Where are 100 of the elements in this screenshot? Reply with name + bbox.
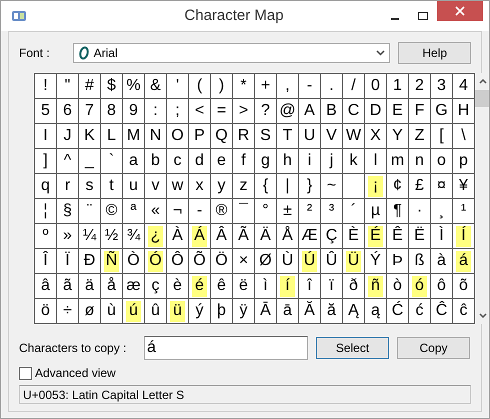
character-cell[interactable]: r <box>57 174 78 198</box>
character-cell[interactable]: î <box>299 274 320 298</box>
character-cell[interactable]: Â <box>211 224 232 248</box>
character-cell[interactable]: u <box>123 174 144 198</box>
character-cell[interactable]: Ò <box>123 249 144 273</box>
character-cell[interactable]: Ā <box>255 299 276 323</box>
character-cell[interactable]: 6 <box>57 99 78 123</box>
copy-button[interactable]: Copy <box>397 337 470 359</box>
advanced-view-checkbox[interactable] <box>19 366 32 380</box>
character-cell[interactable]: ß <box>409 249 430 273</box>
character-cell[interactable]: & <box>145 74 166 98</box>
character-cell[interactable]: J <box>57 124 78 148</box>
character-cell[interactable]: ¨ <box>79 199 100 223</box>
character-cell[interactable]: ¸ <box>431 199 452 223</box>
character-cell[interactable]: Ì <box>431 224 452 248</box>
character-cell[interactable]: 8 <box>101 99 122 123</box>
character-cell[interactable]: ? <box>255 99 276 123</box>
character-cell[interactable]: ò <box>387 274 408 298</box>
character-cell[interactable]: ¿ <box>145 224 166 248</box>
font-dropdown[interactable]: Arial <box>72 43 390 63</box>
character-cell[interactable]: k <box>343 149 364 173</box>
character-cell[interactable]: ă <box>321 299 342 323</box>
character-cell[interactable]: O <box>167 124 188 148</box>
character-cell[interactable]: Í <box>453 224 474 248</box>
character-cell[interactable]: ³ <box>321 199 342 223</box>
character-cell[interactable]: ¤ <box>431 174 452 198</box>
character-cell[interactable]: 3 <box>431 74 452 98</box>
character-cell[interactable]: Ö <box>211 249 232 273</box>
character-cell[interactable]: í <box>277 274 298 298</box>
character-cell[interactable]: Ï <box>57 249 78 273</box>
character-cell[interactable]: ð <box>343 274 364 298</box>
character-cell[interactable]: ñ <box>365 274 386 298</box>
character-cell[interactable]: À <box>167 224 188 248</box>
character-cell[interactable]: å <box>101 274 122 298</box>
character-cell[interactable]: Ą <box>343 299 364 323</box>
character-cell[interactable]: g <box>255 149 276 173</box>
character-cell[interactable]: ; <box>167 99 188 123</box>
character-cell[interactable]: : <box>145 99 166 123</box>
character-cell[interactable]: ! <box>35 74 56 98</box>
character-cell[interactable]: - <box>189 199 210 223</box>
character-cell[interactable]: Ù <box>277 249 298 273</box>
character-cell[interactable]: } <box>299 174 320 198</box>
character-cell[interactable]: 9 <box>123 99 144 123</box>
character-cell[interactable]: n <box>409 149 430 173</box>
character-cell[interactable]: 7 <box>79 99 100 123</box>
character-cell[interactable]: G <box>431 99 452 123</box>
character-cell[interactable]: ª <box>123 199 144 223</box>
character-cell[interactable]: ā <box>277 299 298 323</box>
character-cell[interactable]: $ <box>101 74 122 98</box>
character-cell[interactable]: × <box>233 249 254 273</box>
character-cell[interactable]: Þ <box>387 249 408 273</box>
character-cell[interactable]: F <box>409 99 430 123</box>
character-cell[interactable]: t <box>101 174 122 198</box>
character-cell[interactable]: ç <box>145 274 166 298</box>
character-cell[interactable]: Á <box>189 224 210 248</box>
character-cell[interactable]: H <box>453 99 474 123</box>
character-cell[interactable]: 0 <box>365 74 386 98</box>
character-cell[interactable]: æ <box>123 274 144 298</box>
character-cell[interactable]: c <box>167 149 188 173</box>
character-cell[interactable]: ¡ <box>365 174 386 198</box>
character-cell[interactable]: > <box>233 99 254 123</box>
character-cell[interactable]: T <box>277 124 298 148</box>
character-cell[interactable]: Ô <box>167 249 188 273</box>
character-cell[interactable]: Ü <box>343 249 364 273</box>
character-cell[interactable]: R <box>233 124 254 148</box>
character-cell[interactable]: É <box>365 224 386 248</box>
character-cell[interactable]: § <box>57 199 78 223</box>
character-cell[interactable]: D <box>365 99 386 123</box>
character-cell[interactable]: ĉ <box>453 299 474 323</box>
character-cell[interactable]: 4 <box>453 74 474 98</box>
character-cell[interactable]: l <box>365 149 386 173</box>
character-cell[interactable]: à <box>431 249 452 273</box>
character-cell[interactable]: E <box>387 99 408 123</box>
character-cell[interactable]: { <box>255 174 276 198</box>
character-cell[interactable]: é <box>189 274 210 298</box>
character-cell[interactable]: Ë <box>409 224 430 248</box>
character-cell[interactable]: Q <box>211 124 232 148</box>
character-cell[interactable]: · <box>409 199 430 223</box>
character-cell[interactable]: ć <box>409 299 430 323</box>
character-cell[interactable]: ã <box>57 274 78 298</box>
character-cell[interactable]: ) <box>211 74 232 98</box>
character-cell[interactable]: z <box>233 174 254 198</box>
character-cell[interactable]: ä <box>79 274 100 298</box>
character-cell[interactable]: ¯ <box>233 199 254 223</box>
character-cell[interactable]: b <box>145 149 166 173</box>
character-cell[interactable]: ® <box>211 199 232 223</box>
character-cell[interactable]: ~ <box>321 174 342 198</box>
character-cell[interactable]: Ý <box>365 249 386 273</box>
character-cell[interactable]: V <box>321 124 342 148</box>
character-cell[interactable]: x <box>189 174 210 198</box>
character-cell[interactable]: 5 <box>35 99 56 123</box>
character-cell[interactable]: * <box>233 74 254 98</box>
character-cell[interactable]: ô <box>431 274 452 298</box>
character-cell[interactable]: a <box>123 149 144 173</box>
character-cell[interactable]: ° <box>255 199 276 223</box>
character-cell[interactable]: Ĉ <box>431 299 452 323</box>
character-cell[interactable]: # <box>79 74 100 98</box>
character-cell[interactable]: q <box>35 174 56 198</box>
character-cell[interactable]: s <box>79 174 100 198</box>
character-cell[interactable]: L <box>101 124 122 148</box>
